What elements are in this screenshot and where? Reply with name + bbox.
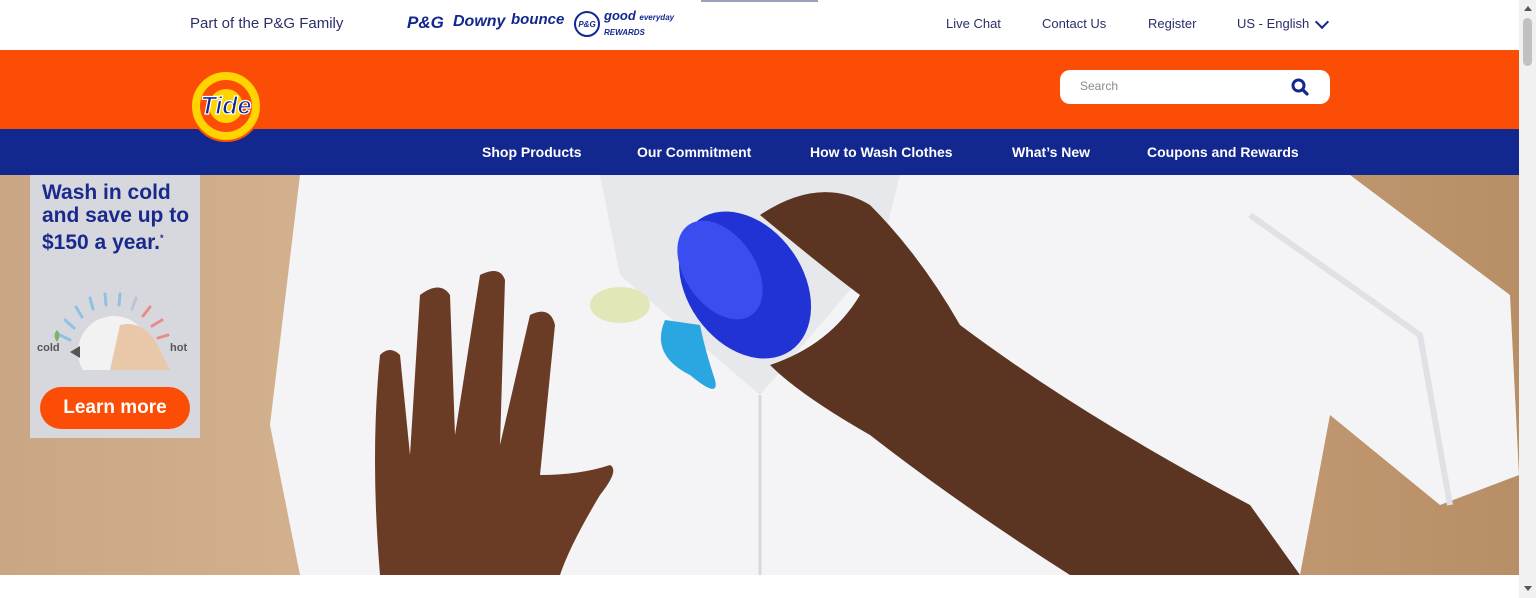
temperature-dial-icon [54,292,170,370]
nav-shop-products[interactable]: Shop Products [482,144,582,160]
hot-label: hot [170,342,188,354]
footnote-mark: * [159,233,164,243]
nav-whats-new[interactable]: What’s New [1012,144,1090,160]
pg-brand-logo[interactable]: P&G [407,13,444,33]
good-everyday-text: good everyday REWARDS [604,9,674,39]
nav-our-commitment[interactable]: Our Commitment [637,144,751,160]
rewards-word: REWARDS [604,28,645,37]
tide-logo[interactable]: Tide [190,70,262,142]
nav-how-to-wash-clothes[interactable]: How to Wash Clothes [810,144,953,160]
bounce-brand-logo[interactable]: bounce [511,11,564,28]
pg-badge: P&G [574,11,600,37]
scroll-down-arrow-icon[interactable] [1524,586,1532,591]
search-icon[interactable] [1291,78,1309,96]
hero-banner[interactable] [0,175,1519,575]
cold-label: cold [37,342,60,354]
focus-indicator [701,0,818,2]
utility-bar: Part of the P&G Family P&G Downy bounce … [0,0,1519,50]
contact-us-link[interactable]: Contact Us [1042,16,1106,31]
svg-text:Tide: Tide [201,92,252,120]
scroll-thumb[interactable] [1523,18,1532,66]
search-input[interactable] [1078,78,1282,94]
downy-brand-logo[interactable]: Downy [453,13,505,31]
page-scrollbar[interactable] [1519,0,1536,598]
language-selector[interactable]: US - English [1237,14,1330,31]
promo-headline-text: Wash in cold and save up to $150 a year. [42,181,190,254]
pg-good-everyday-logo[interactable]: P&G good everyday REWARDS [574,9,674,39]
search-box[interactable] [1060,70,1330,104]
nav-coupons-and-rewards[interactable]: Coupons and Rewards [1147,144,1299,160]
live-chat-link[interactable]: Live Chat [946,16,1001,31]
chevron-down-icon [1315,14,1330,29]
pg-family-link[interactable]: Part of the P&G Family [190,15,343,32]
good-word: good [604,8,636,23]
learn-more-button[interactable]: Learn more [40,387,190,429]
promo-card: Wash in cold and save up to $150 a year.… [30,175,200,438]
promo-headline: Wash in cold and save up to $150 a year.… [42,181,202,254]
scroll-up-arrow-icon[interactable] [1524,6,1532,11]
register-link[interactable]: Register [1148,16,1196,31]
everyday-word: everyday [639,13,675,22]
hero-image [270,175,1519,575]
language-label: US - English [1237,16,1310,31]
